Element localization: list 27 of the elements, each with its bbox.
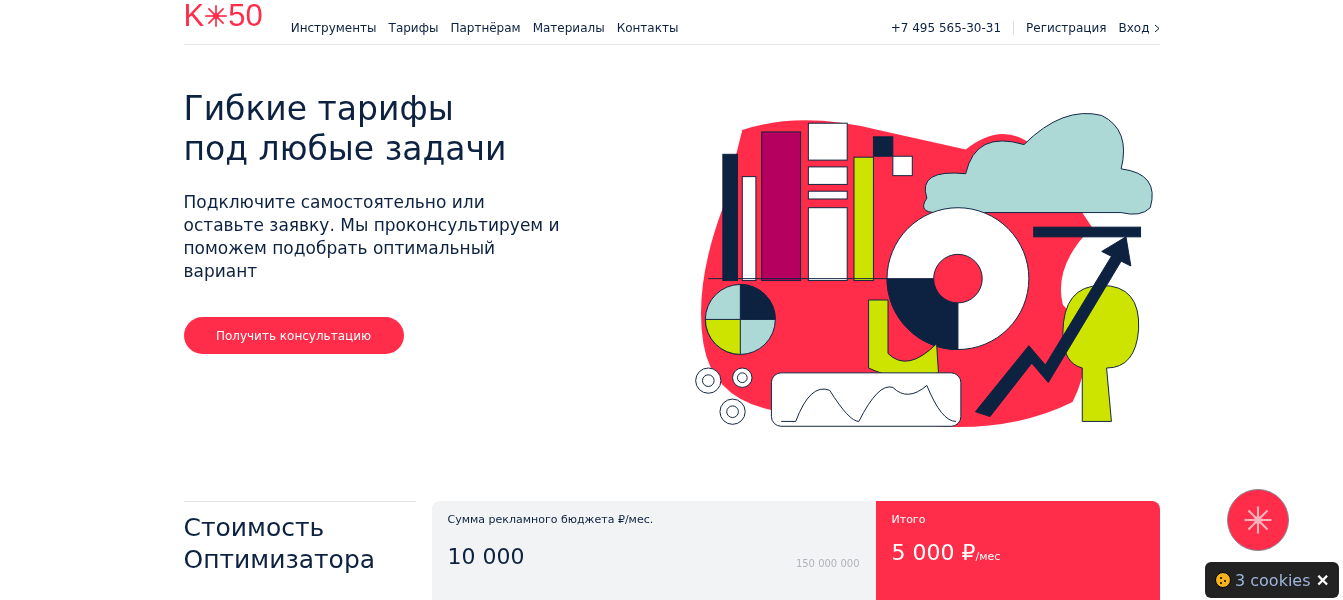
hero-title: Гибкие тарифы под любые задачи [183,89,508,169]
budget-max: 150 000 000 [795,558,860,569]
register-link[interactable]: Регистрация [1026,21,1107,35]
close-button[interactable]: ✕ [1316,570,1329,590]
hero-text: Подключите самостоятельно или оставьте заявку. Мы проконсультируем и поможем подобрать оптимальный вариант [183,191,561,283]
phone-link[interactable]: +7 495 565-30-31 [890,21,1002,35]
nav-link[interactable]: Партнёрам [450,21,521,35]
pricing-title: Стоимость Оптимизатора [183,501,416,600]
cookie-count: 3 cookies [1235,570,1311,590]
asterisk-icon [204,3,229,28]
chevron-right-icon [1153,23,1160,33]
budget-value: 10 000 [447,544,525,569]
asterisk-icon [1243,505,1273,535]
login-link[interactable]: Вход [1118,21,1150,35]
cookie-icon [1215,572,1231,588]
logo-number: 50 [228,0,263,31]
nav-link[interactable]: Тарифы [388,21,439,35]
nav-link[interactable]: Контакты [616,21,679,35]
nav-link[interactable]: Инструменты [290,21,377,35]
total-unit: /мес [975,550,1001,563]
budget-label: Сумма рекламного бюджета ₽/мес. [447,513,655,526]
total-value: 5 000 ₽ [891,540,976,565]
total-label: Итого [891,513,927,526]
logo-letter: K [183,0,205,31]
logo[interactable]: K 50 [183,0,263,31]
nav-link[interactable]: Материалы [532,21,605,35]
consultation-button[interactable]: Получить консультацию [183,317,404,354]
